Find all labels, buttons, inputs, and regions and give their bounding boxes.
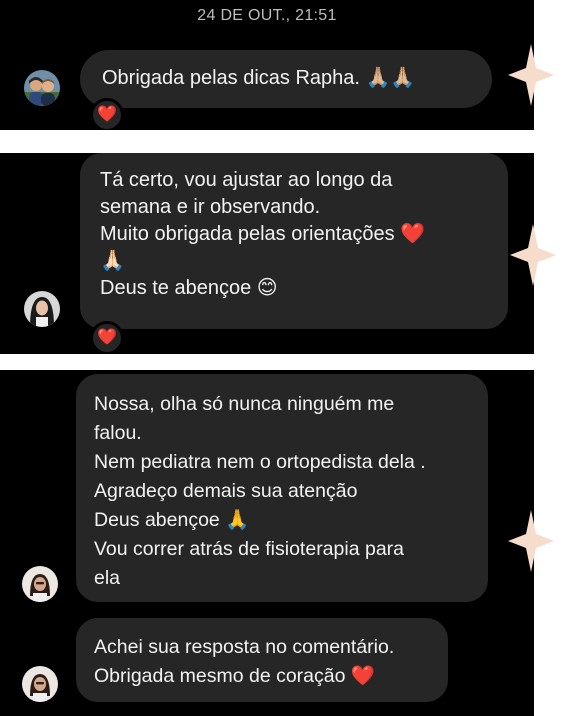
- avatar[interactable]: [22, 666, 58, 702]
- heart-reaction[interactable]: ❤️: [90, 321, 124, 354]
- heart-reaction-icon: ❤️: [97, 106, 117, 123]
- message-bubble[interactable]: Nossa, olha só nunca ninguém me falou. N…: [76, 374, 488, 602]
- avatar-woman-icon: [22, 566, 58, 602]
- message-bubble[interactable]: Obrigada pelas dicas Rapha. 🙏🏼🙏🏼: [80, 50, 492, 108]
- avatar[interactable]: [22, 566, 58, 602]
- avatar[interactable]: [24, 70, 60, 106]
- message-bubble[interactable]: Achei sua resposta no comentário. Obriga…: [76, 618, 448, 702]
- avatar-couple-icon: [24, 70, 60, 106]
- screenshot-3: Nossa, olha só nunca ninguém me falou. N…: [0, 370, 534, 716]
- message-bubble[interactable]: Tá certo, vou ajustar ao longo da semana…: [80, 153, 508, 329]
- avatar-woman-icon: [24, 291, 60, 327]
- avatar[interactable]: [24, 291, 60, 327]
- sparkle-star-icon: [510, 224, 556, 286]
- screenshot-2: Tá certo, vou ajustar ao longo da semana…: [0, 153, 534, 354]
- timestamp: 24 DE OUT., 21:51: [197, 7, 337, 24]
- heart-reaction[interactable]: ❤️: [90, 98, 124, 130]
- heart-reaction-icon: ❤️: [97, 329, 117, 346]
- avatar-woman-icon: [22, 666, 58, 702]
- sparkle-star-icon: [508, 44, 554, 106]
- screenshot-1: 24 DE OUT., 21:51 Obrigada pelas dicas R…: [0, 0, 534, 130]
- sparkle-star-icon: [508, 510, 554, 572]
